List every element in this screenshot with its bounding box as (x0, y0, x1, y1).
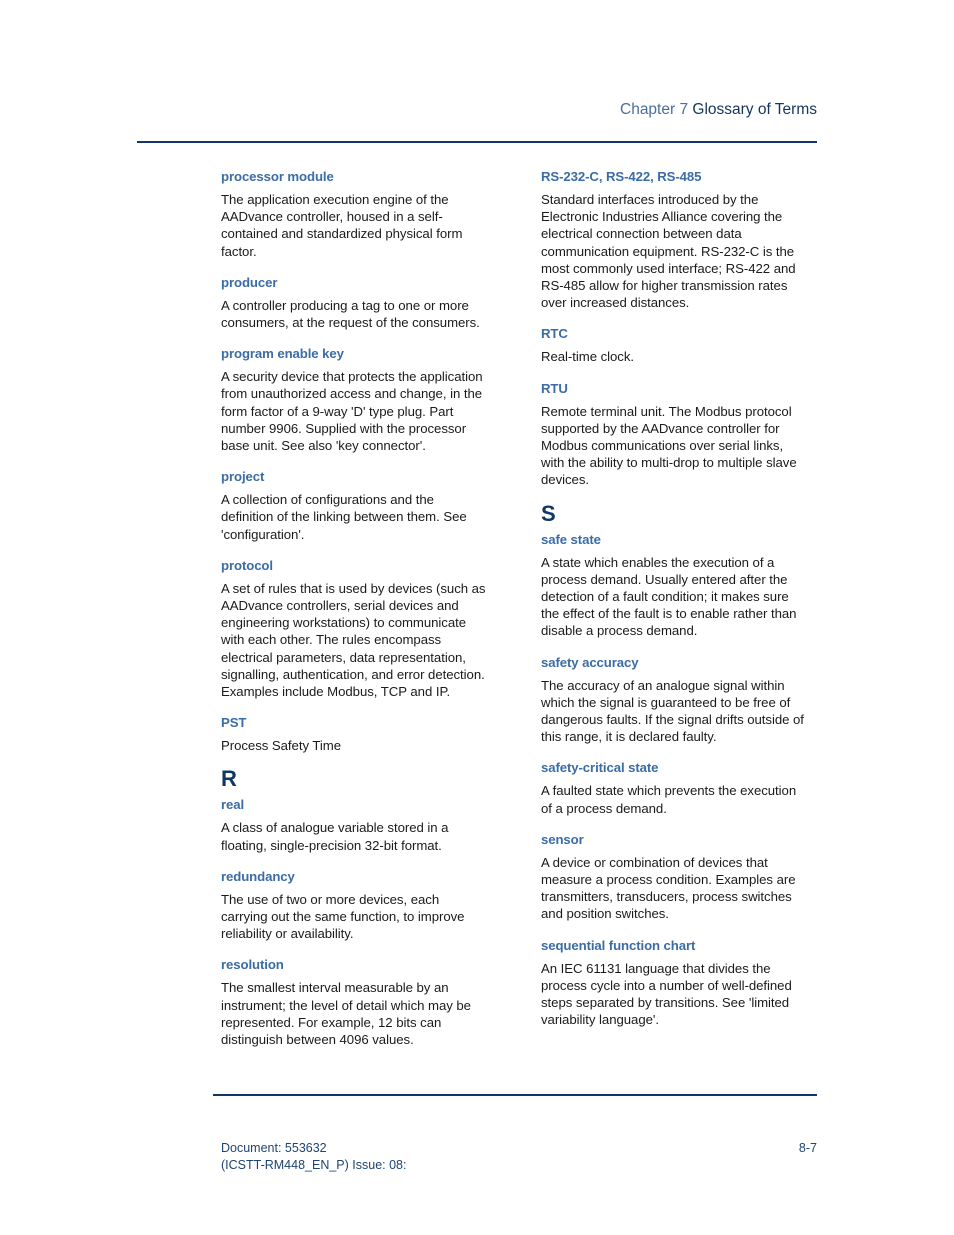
glossary-column-left: processor module The application executio… (221, 168, 487, 1062)
glossary-definition: A class of analogue variable stored in a… (221, 820, 449, 853)
glossary-definition: The application execution engine of the … (221, 192, 463, 259)
glossary-term: redundancy (221, 868, 295, 884)
footer-document-line-2: (ICSTT-RM448_EN_P) Issue: 08: (221, 1158, 407, 1172)
glossary-term: program enable key (221, 346, 344, 362)
glossary-definition: A state which enables the execution of a… (541, 554, 797, 639)
glossary-definition: The accuracy of an analogue signal withi… (541, 677, 804, 745)
glossary-column-right: RS-232-C, RS-422, RS-485 Standard interfa… (541, 168, 807, 1043)
glossary-term: safety-critical state (541, 760, 659, 776)
header-divider (137, 141, 817, 143)
footer-document-line-1: Document: 553632 (221, 1141, 327, 1155)
glossary-entry: safety accuracy The accuracy of an analog… (541, 654, 807, 746)
glossary-definition: A device or combination of devices that … (541, 854, 796, 922)
glossary-entry: project A collection of configurations an… (221, 468, 487, 543)
glossary-term: safe state (541, 531, 601, 547)
glossary-term: safety accuracy (541, 654, 639, 670)
glossary-entry: resolution The smallest interval measurab… (221, 956, 487, 1048)
footer-page-number: 8-7 (798, 1141, 817, 1155)
glossary-entry: producer A controller producing a tag to … (221, 274, 487, 331)
glossary-entry: program enable key A security device that… (221, 345, 487, 454)
glossary-definition: Real-time clock. (541, 349, 635, 365)
glossary-term: processor module (221, 169, 334, 184)
glossary-definition: A controller producing a tag to one or m… (221, 297, 480, 331)
glossary-entry: protocol A set of rules that is used by d… (221, 557, 487, 700)
glossary-term: PST (221, 715, 247, 731)
glossary-definition: The use of two or more devices, each car… (221, 891, 465, 942)
glossary-definition: A security device that protects the appl… (221, 369, 483, 454)
glossary-term: RTC (541, 326, 568, 342)
glossary-entry: RS-232-C, RS-422, RS-485 Standard interfa… (541, 168, 807, 311)
glossary-entry: real A class of analogue variable stored … (221, 796, 487, 853)
glossary-definition: An IEC 61131 language that divides the p… (541, 960, 792, 1028)
glossary-term: project (221, 469, 265, 485)
chapter-label: Chapter 7 (620, 101, 689, 118)
glossary-definition: Process Safety Time (221, 738, 341, 754)
glossary-entry: processor module The application executio… (221, 168, 487, 260)
glossary-definition: A collection of configurations and the d… (221, 492, 467, 542)
glossary-term: sequential function chart (541, 937, 696, 953)
glossary-term: RS-232-C, RS-422, RS-485 (541, 169, 702, 184)
glossary-entry: safety-critical state A faulted state whi… (541, 759, 807, 816)
glossary-content: processor module The application executio… (221, 168, 821, 1068)
glossary-term: producer (221, 274, 278, 290)
glossary-entry: redundancy The use of two or more devices… (221, 868, 487, 943)
glossary-entry: RTC Real-time clock. (541, 325, 807, 365)
document-page: Chapter 7 Glossary of Terms processor mo… (0, 0, 954, 1235)
glossary-term: real (221, 797, 245, 813)
glossary-term: protocol (221, 557, 273, 573)
glossary-term: resolution (221, 957, 284, 973)
glossary-definition: Remote terminal unit. The Modbus protoco… (541, 403, 797, 488)
footer-document-info: Document: 553632 (ICSTT-RM448_EN_P) Issu… (221, 1140, 406, 1174)
glossary-entry: PST Process Safety Time (221, 714, 487, 754)
glossary-definition: Standard interfaces introduced by the El… (541, 192, 796, 311)
page-header: Chapter 7 Glossary of Terms (137, 100, 817, 120)
glossary-definition: A faulted state which prevents the execu… (541, 783, 797, 816)
glossary-term: RTU (541, 380, 568, 396)
footer-divider (213, 1094, 817, 1096)
glossary-entry: sequential function chart An IEC 61131 la… (541, 937, 807, 1029)
glossary-entry: sensor A device or combination of devices… (541, 831, 807, 923)
glossary-term: sensor (541, 831, 584, 847)
section-letter-heading: R (221, 766, 238, 792)
glossary-entry: safe state A state which enables the exec… (541, 531, 807, 640)
glossary-entry: RTU Remote terminal unit. The Modbus prot… (541, 380, 807, 489)
glossary-definition: A set of rules that is used by devices (… (221, 580, 486, 700)
section-letter-heading: S (541, 500, 556, 526)
glossary-definition: The smallest interval measurable by an i… (221, 980, 471, 1048)
chapter-title: Glossary of Terms (692, 101, 817, 118)
